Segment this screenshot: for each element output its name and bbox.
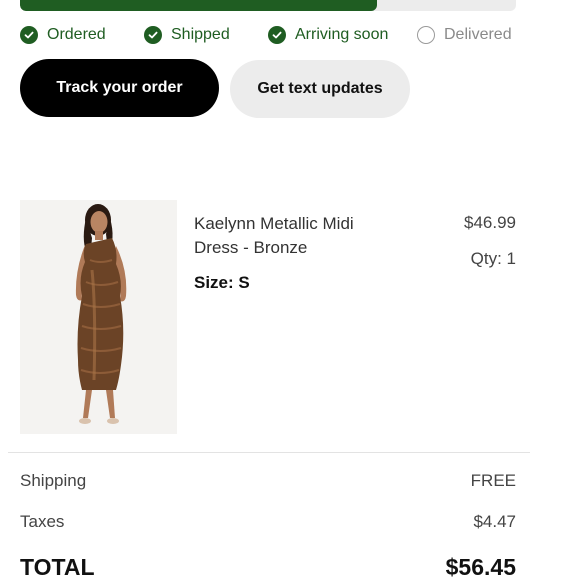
step-delivered: Delivered xyxy=(417,24,512,46)
step-arriving-soon: Arriving soon xyxy=(268,24,388,46)
product-price: $46.99 xyxy=(464,213,516,232)
step-ordered: Ordered xyxy=(20,24,106,46)
order-status-page: Ordered Shipped Arriving soon Delivered … xyxy=(0,0,580,580)
step-shipped: Shipped xyxy=(144,24,230,46)
track-order-button[interactable]: Track your order xyxy=(20,59,219,117)
product-name[interactable]: Kaelynn Metallic Midi Dress - Bronze xyxy=(194,212,394,260)
delivery-progress-fill xyxy=(20,0,378,11)
dress-photo-icon xyxy=(20,200,177,434)
product-size: Size: S xyxy=(194,273,250,292)
delivery-progress-bar xyxy=(20,0,516,11)
empty-circle-icon xyxy=(417,26,435,44)
product-image[interactable] xyxy=(20,200,177,434)
step-label: Delivered xyxy=(444,26,512,43)
total-label: TOTAL xyxy=(20,554,95,580)
get-text-updates-button[interactable]: Get text updates xyxy=(230,60,410,118)
check-circle-icon xyxy=(144,26,162,44)
taxes-value: $4.47 xyxy=(473,512,516,531)
check-circle-icon xyxy=(20,26,38,44)
delivery-steps: Ordered Shipped Arriving soon Delivered xyxy=(20,24,520,46)
step-label: Ordered xyxy=(47,26,106,43)
step-label: Shipped xyxy=(171,26,230,43)
shipping-value: FREE xyxy=(470,471,516,490)
step-label: Arriving soon xyxy=(295,26,389,43)
product-quantity: Qty: 1 xyxy=(470,249,516,268)
check-circle-icon xyxy=(268,26,286,44)
total-value: $56.45 xyxy=(445,554,516,580)
shipping-label: Shipping xyxy=(20,471,87,490)
summary-divider xyxy=(8,452,530,453)
taxes-label: Taxes xyxy=(20,512,65,531)
